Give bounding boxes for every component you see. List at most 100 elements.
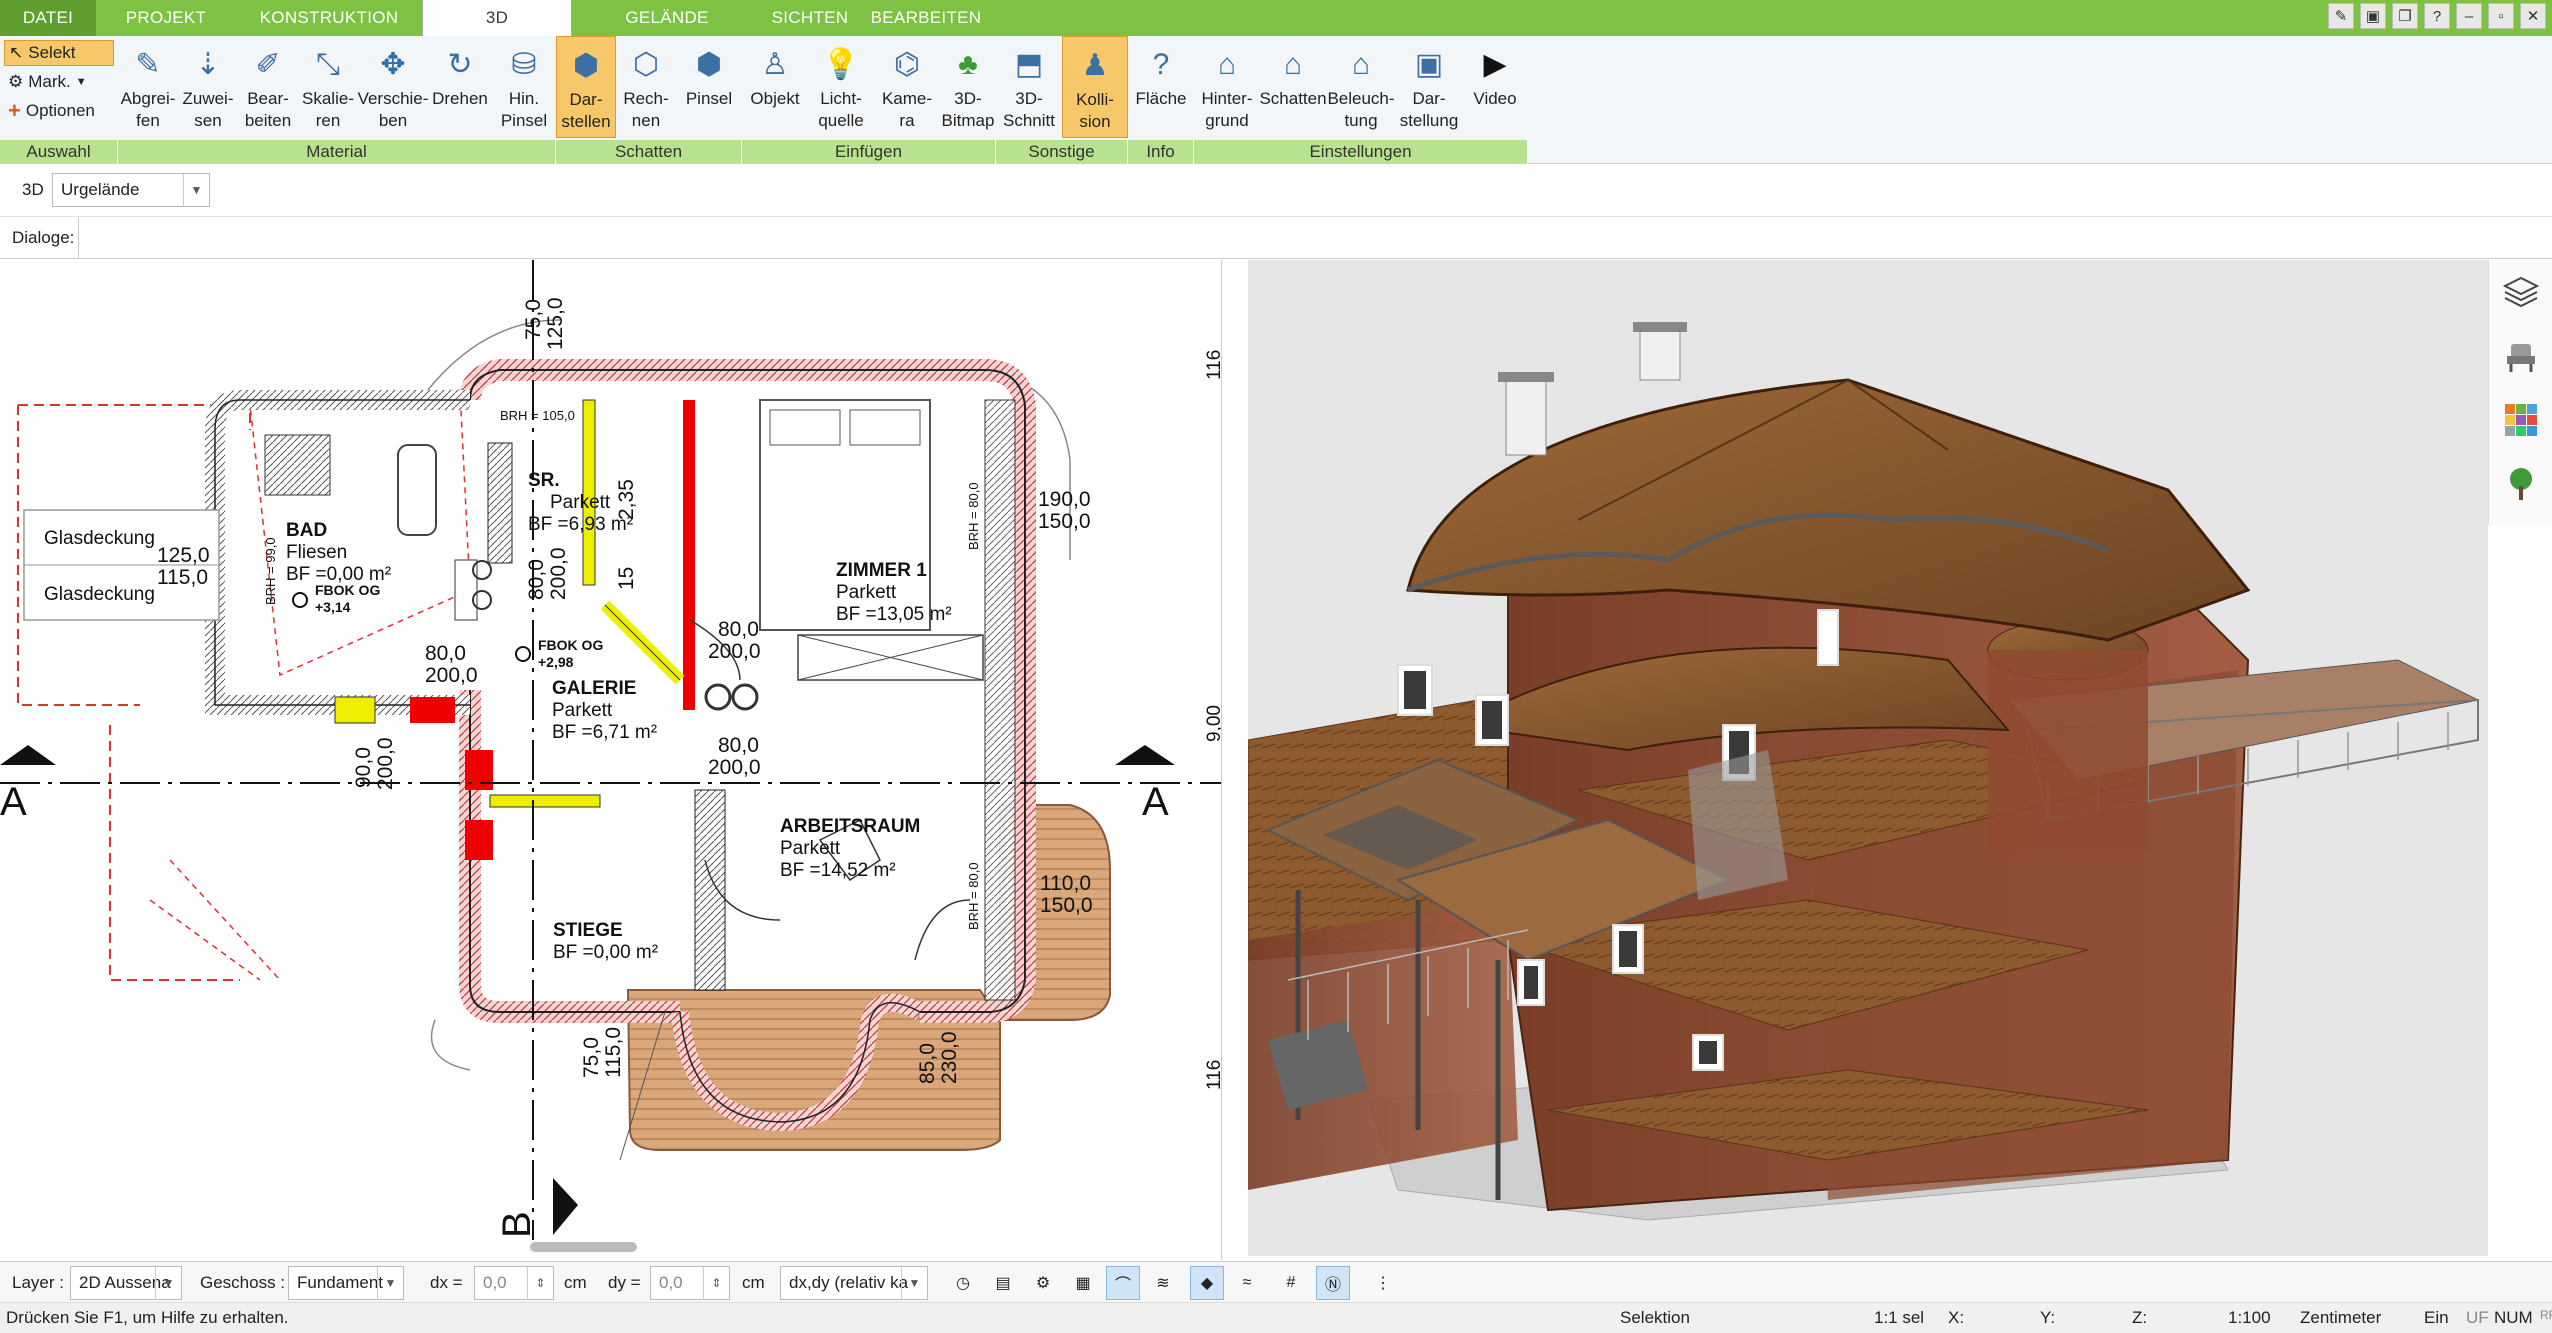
einfuegen-button-label: 3D- Bitmap	[941, 89, 995, 130]
section-label: B	[495, 1211, 539, 1238]
dx-input[interactable]: 0,0 ⇕	[474, 1266, 554, 1300]
tab-datei[interactable]: DATEI	[0, 0, 96, 36]
pen-icon[interactable]: ✎	[2328, 3, 2354, 29]
material-button-5[interactable]: ↻ Drehen	[428, 36, 492, 138]
status-scale: 1:100	[2228, 1308, 2271, 1327]
einfuegen-button-3[interactable]: ♣ 3D- Bitmap	[940, 36, 996, 138]
material-button-1[interactable]: ⇣ Zuwei- sen	[178, 36, 238, 138]
schatten-button-0[interactable]: ⬢ Dar- stellen	[556, 36, 616, 138]
tab-sichten[interactable]: SICHTEN	[762, 0, 858, 36]
window-controls: ✎ ▣ ❐ ? – ▫ ✕	[2328, 3, 2552, 29]
north-icon[interactable]: Ⓝ	[1316, 1266, 1350, 1300]
mark-button[interactable]: ⚙ Mark. ▼	[4, 69, 114, 95]
room-floor: Parkett	[552, 700, 613, 721]
einstellungen-button-1[interactable]: ⌂ Schatten	[1259, 36, 1326, 138]
shadow-brush-icon: ⬢	[695, 48, 723, 81]
status-sel: 1:1 sel	[1874, 1308, 1925, 1327]
terrain-icon[interactable]: ⌒	[1106, 1266, 1140, 1300]
dy-input[interactable]: 0,0 ⇕	[650, 1266, 730, 1300]
dialog-bar: Dialoge:	[0, 217, 2552, 259]
group-auswahl: ↖ Selekt ⚙ Mark. ▼ + Optionen Auswahl	[0, 36, 118, 164]
plane-icon[interactable]: ◆	[1190, 1266, 1224, 1300]
windows-icon[interactable]: ❐	[2392, 3, 2418, 29]
geschoss-select[interactable]: Fundament ▼	[288, 1266, 404, 1300]
schatten-button-2[interactable]: ⬢ Pinsel	[676, 36, 742, 138]
selekt-button[interactable]: ↖ Selekt	[4, 40, 114, 66]
restore-icon[interactable]: ▫	[2488, 3, 2514, 29]
tab-3d[interactable]: 3D	[422, 0, 572, 36]
coord-mode-select[interactable]: dx,dy (relativ ka ▼	[780, 1266, 928, 1300]
einstellungen-button-0[interactable]: ⌂ Hinter- grund	[1194, 36, 1260, 138]
room-area: BF =6,71 m²	[552, 722, 657, 743]
3d-house-render	[1248, 260, 2488, 1256]
fbok-value: +2,98	[538, 654, 574, 670]
layout-icon[interactable]: ▣	[2360, 3, 2386, 29]
status-x: X:	[1948, 1308, 1965, 1327]
info-button-label: Fläche	[1135, 89, 1187, 108]
einfuegen-button-2[interactable]: ⌬ Kame- ra	[874, 36, 940, 138]
group-schatten: ⬢ Dar- stellen ⬡ Rech- nen ⬢ Pinsel Schatten	[556, 36, 742, 164]
dim-label: 90,0	[352, 747, 375, 788]
room-area: BF =0,00 m²	[553, 942, 658, 963]
einstellungen-button-4[interactable]: ▶ Video	[1462, 36, 1528, 138]
dim-label: 115,0	[157, 566, 208, 589]
info-button-0[interactable]: ? Fläche	[1128, 36, 1194, 138]
material-button-0[interactable]: ✎ Abgrei- fen	[118, 36, 178, 138]
more-icon[interactable]: ⋮	[1366, 1266, 1400, 1300]
close-icon[interactable]: ✕	[2520, 3, 2546, 29]
chevron-down-icon: ▼	[183, 174, 209, 206]
schatten-button-1[interactable]: ⬡ Rech- nen	[616, 36, 676, 138]
einstellungen-button-2[interactable]: ⌂ Beleuch- tung	[1326, 36, 1396, 138]
minimize-icon[interactable]: –	[2456, 3, 2482, 29]
video-icon: ▶	[1483, 48, 1507, 81]
tab-projekt[interactable]: PROJEKT	[96, 0, 236, 36]
move-icon: ✥	[380, 48, 406, 81]
3d-view[interactable]	[1248, 260, 2488, 1256]
glass-label: Glasdeckung	[44, 528, 155, 549]
room-name: SR.	[528, 470, 560, 491]
camera-settings-icon[interactable]: ⚙	[1026, 1266, 1060, 1300]
wave-icon[interactable]: ≈	[1230, 1266, 1264, 1300]
spinner-icon[interactable]: ⇕	[703, 1267, 729, 1299]
chair-icon: ♙	[761, 48, 789, 81]
cursor-icon: ↖	[9, 43, 24, 62]
floor-plan-svg: BAD Fliesen BF =0,00 m² SR. Parkett BF =…	[0, 260, 1222, 1252]
optionen-button[interactable]: + Optionen	[4, 98, 114, 124]
materials-icon[interactable]	[2489, 388, 2552, 452]
tree-icon[interactable]	[2489, 452, 2552, 516]
layer-select[interactable]: 2D Aussena ▼	[70, 1266, 182, 1300]
spinner-icon[interactable]: ⇕	[527, 1267, 553, 1299]
sonstige-button-1[interactable]: ♟ Kolli- sion	[1062, 36, 1128, 138]
material-button-label: Abgrei- fen	[120, 89, 176, 130]
einfuegen-button-0[interactable]: ♙ Objekt	[742, 36, 808, 138]
clock-icon[interactable]: ◷	[946, 1266, 980, 1300]
sonstige-button-label: 3D- Schnitt	[1003, 89, 1055, 130]
splitter[interactable]	[1222, 260, 1248, 1260]
tab-konstruktion[interactable]: KONSTRUKTION	[236, 0, 422, 36]
help-icon[interactable]: ?	[2424, 3, 2450, 29]
tab-gelaende[interactable]: GELÄNDE	[572, 0, 762, 36]
monitor-icon[interactable]: ▤	[986, 1266, 1020, 1300]
dx-unit: cm	[564, 1273, 587, 1292]
dim-label: 80,0	[425, 642, 466, 665]
status-num: NUM	[2494, 1308, 2533, 1327]
einstellungen-button-3[interactable]: ▣ Dar- stellung	[1396, 36, 1462, 138]
dim-label: 116	[1204, 1060, 1222, 1090]
material-button-3[interactable]: ⤡ Skalie- ren	[298, 36, 358, 138]
material-button-2[interactable]: ✐ Bear- beiten	[238, 36, 298, 138]
floor-plan-view[interactable]: BAD Fliesen BF =0,00 m² SR. Parkett BF =…	[0, 260, 1222, 1260]
furniture-icon[interactable]	[2489, 324, 2552, 388]
layers-icon[interactable]	[2489, 260, 2552, 324]
pipes-icon[interactable]: ≋	[1146, 1266, 1180, 1300]
tab-bearbeiten[interactable]: BEARBEITEN	[858, 0, 994, 36]
terrain-select[interactable]: Urgelände ▼	[52, 173, 210, 207]
einfuegen-button-1[interactable]: 💡 Licht- quelle	[808, 36, 874, 138]
material-button-label: Bear- beiten	[244, 89, 292, 130]
grid-icon[interactable]: #	[1274, 1266, 1308, 1300]
texture-icon[interactable]: ▦	[1066, 1266, 1100, 1300]
einstellungen-button-label: Beleuch- tung	[1327, 89, 1395, 130]
shadow-cube-icon: ⬢	[572, 49, 600, 82]
material-button-6[interactable]: ⛁ Hin. Pinsel	[492, 36, 556, 138]
sonstige-button-0[interactable]: ⬒ 3D- Schnitt	[996, 36, 1062, 138]
material-button-4[interactable]: ✥ Verschie- ben	[358, 36, 429, 138]
